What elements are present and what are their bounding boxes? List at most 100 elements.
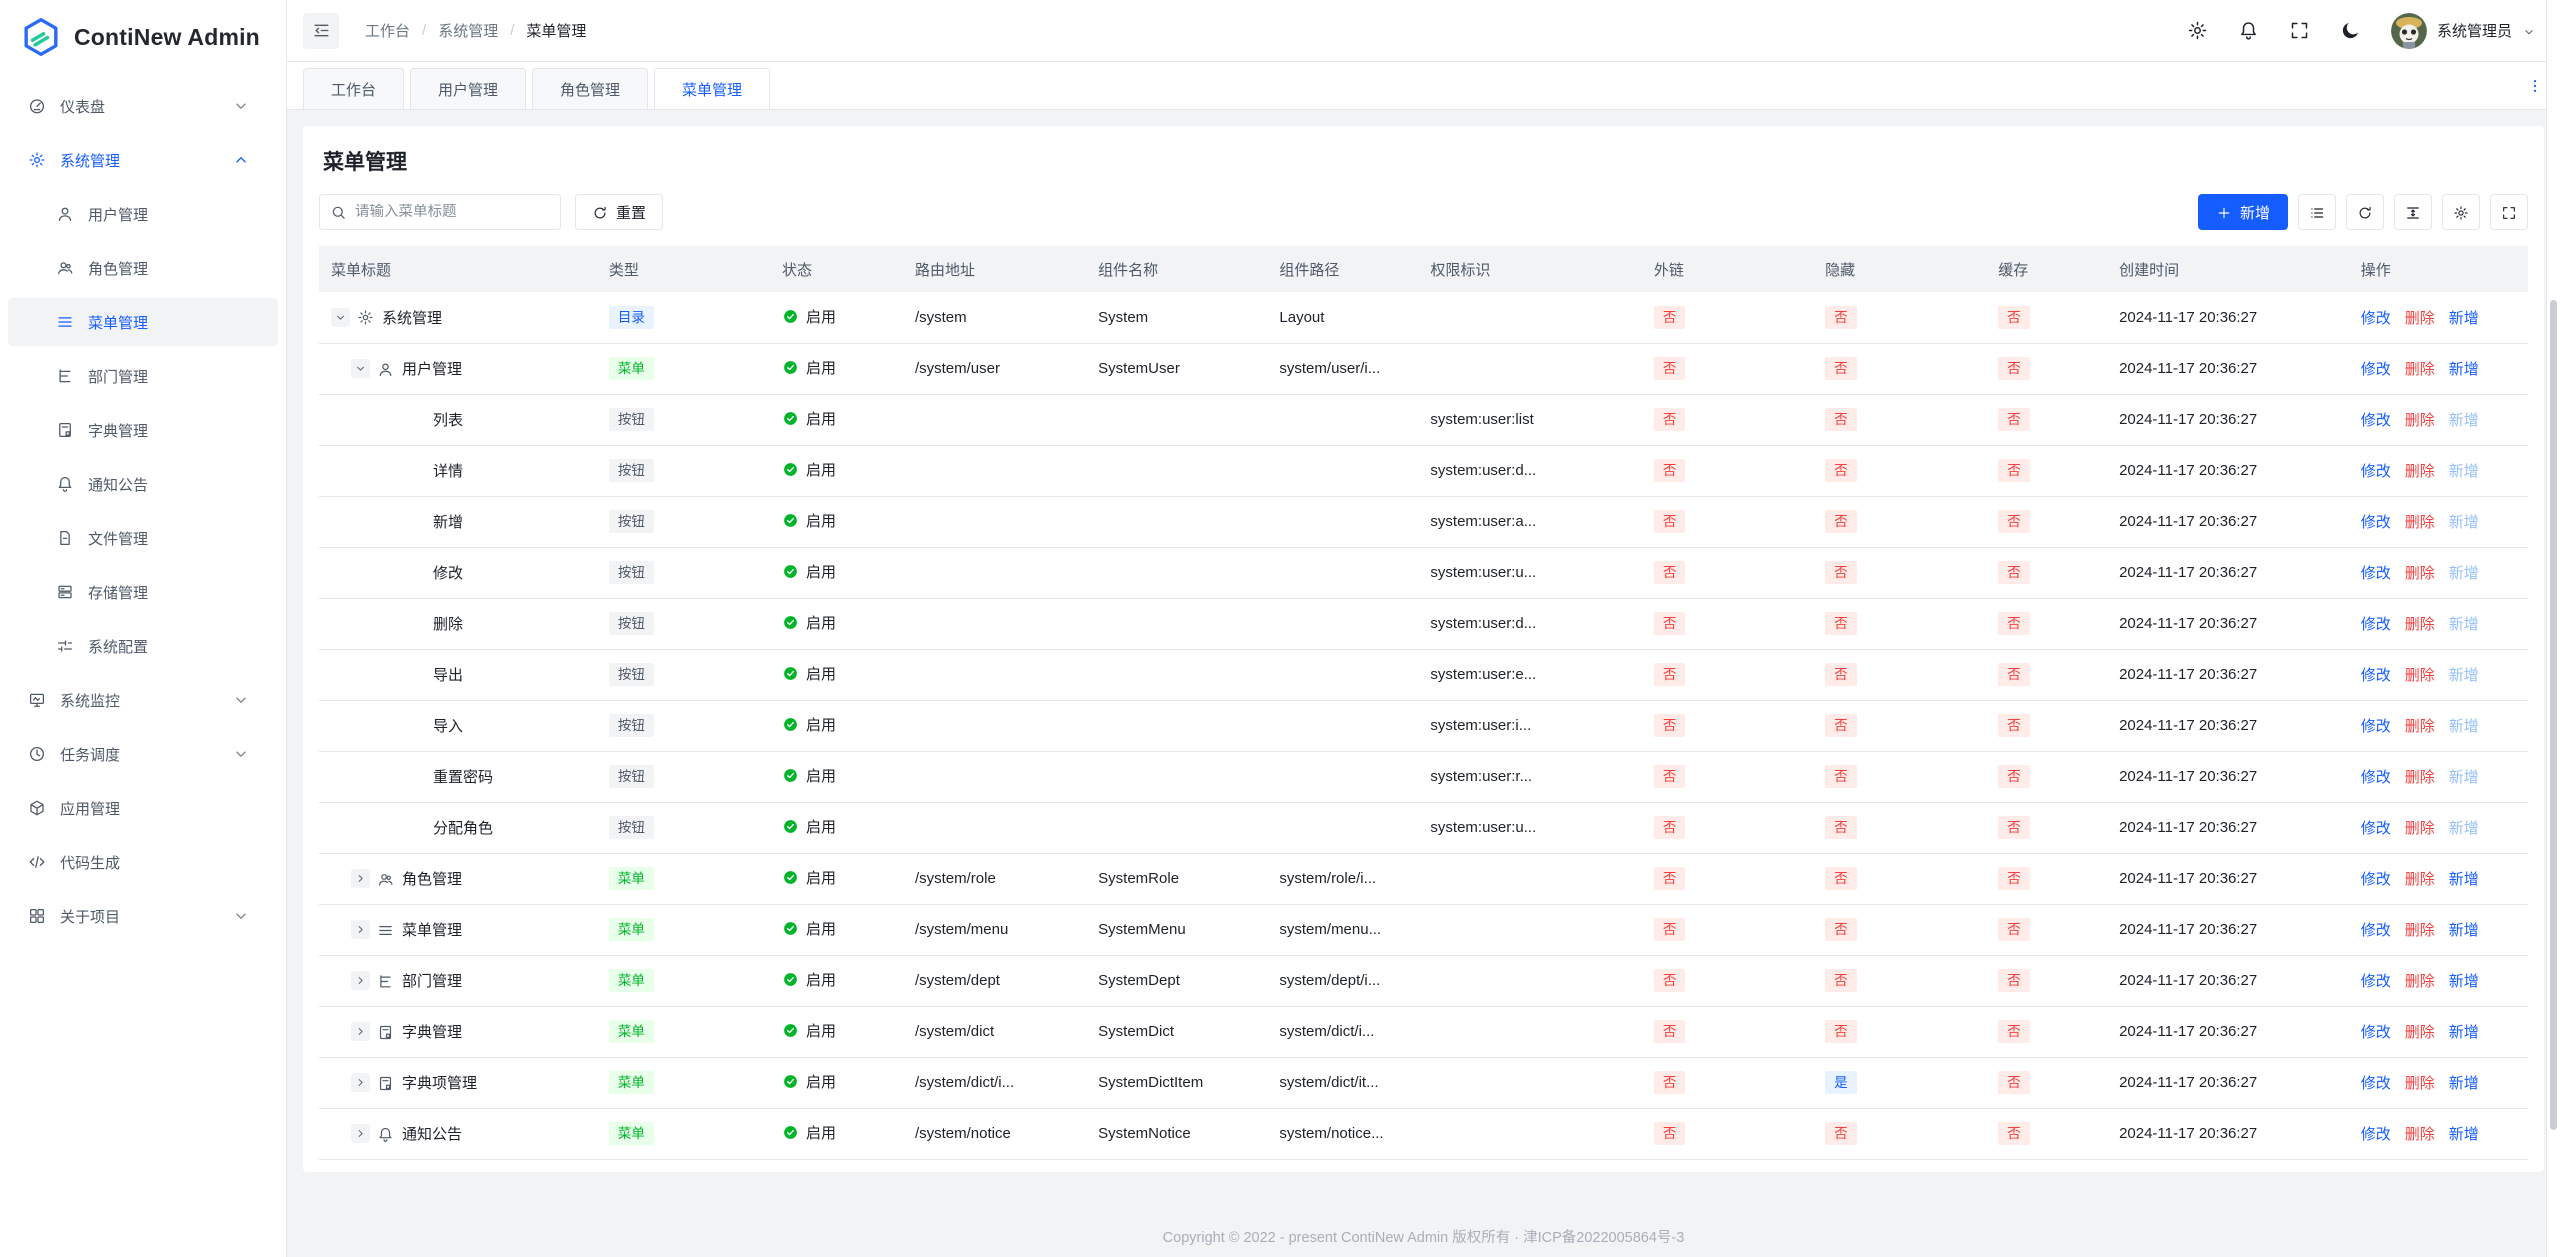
sidebar-item-dept-mgmt[interactable]: 部门管理 (8, 352, 278, 400)
user-menu[interactable]: 系统管理员 (2391, 13, 2536, 49)
column-settings-button[interactable] (2442, 194, 2480, 230)
row-height-button[interactable] (2394, 194, 2432, 230)
sidebar-item-codegen[interactable]: 代码生成 (8, 838, 278, 886)
add-action[interactable]: 新增 (2449, 1075, 2479, 1092)
delete-action[interactable]: 删除 (2405, 1024, 2435, 1041)
add-action[interactable]: 新增 (2449, 565, 2479, 582)
delete-action[interactable]: 删除 (2405, 973, 2435, 990)
expand-toggle[interactable] (351, 1073, 370, 1092)
sidebar-item-system-config[interactable]: 系统配置 (8, 622, 278, 670)
search-input[interactable] (355, 204, 550, 220)
edit-action[interactable]: 修改 (2361, 565, 2391, 582)
add-action[interactable]: 新增 (2449, 412, 2479, 429)
add-button[interactable]: 新增 (2198, 194, 2288, 230)
delete-action[interactable]: 删除 (2405, 820, 2435, 837)
sidebar-item-file-mgmt[interactable]: 文件管理 (8, 514, 278, 562)
edit-action[interactable]: 修改 (2361, 1075, 2391, 1092)
sidebar-fold-button[interactable] (303, 13, 339, 49)
edit-action[interactable]: 修改 (2361, 361, 2391, 378)
delete-action[interactable]: 删除 (2405, 1075, 2435, 1092)
add-action[interactable]: 新增 (2449, 616, 2479, 633)
add-action[interactable]: 新增 (2449, 463, 2479, 480)
sidebar-item-menu-mgmt[interactable]: 菜单管理 (8, 298, 278, 346)
add-action[interactable]: 新增 (2449, 361, 2479, 378)
delete-action[interactable]: 删除 (2405, 310, 2435, 327)
delete-action[interactable]: 删除 (2405, 361, 2435, 378)
breadcrumb-item[interactable]: 系统管理 (438, 20, 498, 41)
tab-user-mgmt[interactable]: 用户管理 (410, 68, 526, 109)
sidebar-item-dict-mgmt[interactable]: 字典管理 (8, 406, 278, 454)
dark-mode-button[interactable] (2340, 19, 2361, 43)
edit-action[interactable]: 修改 (2361, 1024, 2391, 1041)
page-scrollbar[interactable] (2546, 0, 2560, 1257)
edit-action[interactable]: 修改 (2361, 871, 2391, 888)
tab-menu-mgmt[interactable]: 菜单管理 (654, 68, 770, 109)
sidebar-item-system-mgmt[interactable]: 系统管理 (8, 136, 278, 184)
edit-action[interactable]: 修改 (2361, 616, 2391, 633)
add-action[interactable]: 新增 (2449, 973, 2479, 990)
delete-action[interactable]: 删除 (2405, 463, 2435, 480)
status-badge: 启用 (782, 969, 836, 990)
delete-action[interactable]: 删除 (2405, 667, 2435, 684)
refresh-table-button[interactable] (2346, 194, 2384, 230)
edit-action[interactable]: 修改 (2361, 718, 2391, 735)
sidebar-item-monitor[interactable]: 系统监控 (8, 676, 278, 724)
breadcrumb: 工作台/系统管理/菜单管理 (365, 20, 586, 41)
notifications-button[interactable] (2238, 19, 2259, 43)
sidebar-item-app-mgmt[interactable]: 应用管理 (8, 784, 278, 832)
delete-action[interactable]: 删除 (2405, 565, 2435, 582)
table-fullscreen-button[interactable] (2490, 194, 2528, 230)
add-action[interactable]: 新增 (2449, 922, 2479, 939)
sidebar-item-notice[interactable]: 通知公告 (8, 460, 278, 508)
edit-action[interactable]: 修改 (2361, 922, 2391, 939)
delete-action[interactable]: 删除 (2405, 1126, 2435, 1143)
settings-button[interactable] (2187, 19, 2208, 43)
add-action[interactable]: 新增 (2449, 667, 2479, 684)
edit-action[interactable]: 修改 (2361, 820, 2391, 837)
add-action[interactable]: 新增 (2449, 718, 2479, 735)
batch-list-button[interactable] (2298, 194, 2336, 230)
add-action[interactable]: 新增 (2449, 310, 2479, 327)
add-action[interactable]: 新增 (2449, 871, 2479, 888)
edit-action[interactable]: 修改 (2361, 667, 2391, 684)
reset-button[interactable]: 重置 (575, 194, 663, 230)
sidebar-item-dashboard[interactable]: 仪表盘 (8, 82, 278, 130)
edit-action[interactable]: 修改 (2361, 769, 2391, 786)
add-action[interactable]: 新增 (2449, 514, 2479, 531)
sidebar-item-role-mgmt[interactable]: 角色管理 (8, 244, 278, 292)
sidebar-item-storage-mgmt[interactable]: 存储管理 (8, 568, 278, 616)
expand-toggle[interactable] (331, 308, 350, 327)
expand-toggle[interactable] (351, 869, 370, 888)
sidebar-item-user-mgmt[interactable]: 用户管理 (8, 190, 278, 238)
delete-action[interactable]: 删除 (2405, 871, 2435, 888)
fullscreen-button[interactable] (2289, 19, 2310, 43)
edit-action[interactable]: 修改 (2361, 1126, 2391, 1143)
sidebar-item-scheduler[interactable]: 任务调度 (8, 730, 278, 778)
add-action[interactable]: 新增 (2449, 769, 2479, 786)
tab-role-mgmt[interactable]: 角色管理 (532, 68, 648, 109)
scrollbar-thumb[interactable] (2550, 300, 2557, 1130)
delete-action[interactable]: 删除 (2405, 922, 2435, 939)
expand-toggle[interactable] (351, 1022, 370, 1041)
delete-action[interactable]: 删除 (2405, 718, 2435, 735)
delete-action[interactable]: 删除 (2405, 412, 2435, 429)
delete-action[interactable]: 删除 (2405, 514, 2435, 531)
edit-action[interactable]: 修改 (2361, 463, 2391, 480)
expand-toggle[interactable] (351, 1124, 370, 1143)
sidebar-item-about[interactable]: 关于项目 (8, 892, 278, 940)
tab-more-button[interactable] (2526, 62, 2544, 109)
edit-action[interactable]: 修改 (2361, 973, 2391, 990)
breadcrumb-item[interactable]: 工作台 (365, 20, 410, 41)
edit-action[interactable]: 修改 (2361, 412, 2391, 429)
expand-toggle[interactable] (351, 920, 370, 939)
tab-workbench[interactable]: 工作台 (303, 68, 404, 109)
delete-action[interactable]: 删除 (2405, 616, 2435, 633)
add-action[interactable]: 新增 (2449, 1024, 2479, 1041)
add-action[interactable]: 新增 (2449, 1126, 2479, 1143)
expand-toggle[interactable] (351, 359, 370, 378)
edit-action[interactable]: 修改 (2361, 310, 2391, 327)
expand-toggle[interactable] (351, 971, 370, 990)
add-action[interactable]: 新增 (2449, 820, 2479, 837)
delete-action[interactable]: 删除 (2405, 769, 2435, 786)
edit-action[interactable]: 修改 (2361, 514, 2391, 531)
